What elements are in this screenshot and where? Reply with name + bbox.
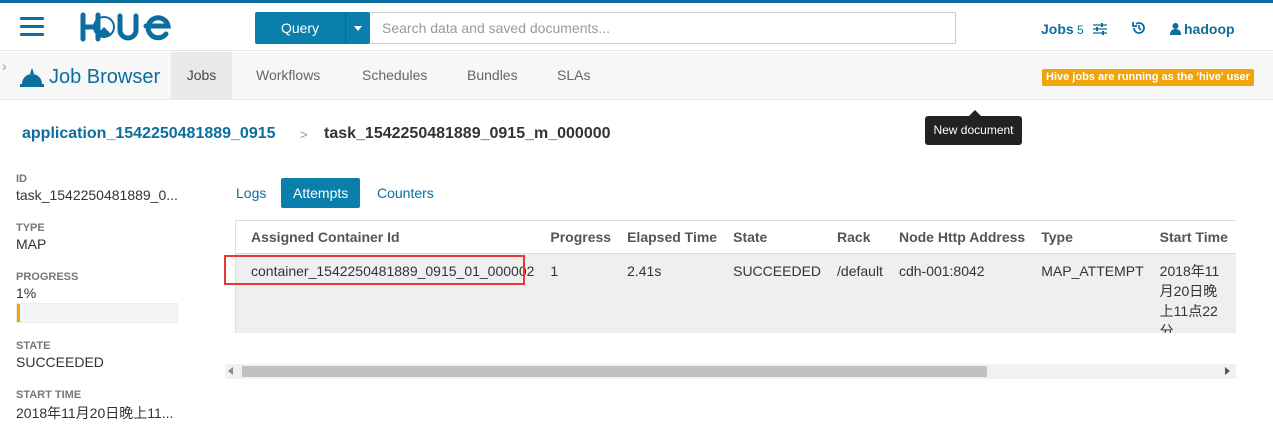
table-header-row: Assigned Container Id Progress Elapsed T… [235,220,1236,254]
search-input[interactable] [370,12,956,44]
jobs-count-badge: 5 [1077,23,1084,37]
breadcrumb-application-link[interactable]: application_1542250481889_0915 [22,125,276,143]
cell-elapsed-time: 2.41s [611,253,718,333]
progress-label: PROGRESS [16,271,79,283]
job-browser-icon [20,68,44,87]
cell-rack: /default [821,253,883,333]
progress-bar-fill [17,304,21,322]
breadcrumb-separator: > [300,127,308,142]
column-header-state[interactable]: State [717,220,822,254]
column-header-progress[interactable]: Progress [534,220,612,254]
column-header-id[interactable]: Id [1227,220,1236,254]
cell-state: SUCCEEDED [717,253,822,333]
type-label: TYPE [16,222,45,234]
start-time-label: START TIME [16,389,82,401]
column-header-start-time[interactable]: Start Time [1143,220,1228,254]
sliders-icon[interactable] [1093,23,1107,35]
column-header-elapsed-time[interactable]: Elapsed Time [611,220,718,254]
start-time-value: 2018年11月20日晚上11... [16,405,174,421]
cell-node-http-address: cdh-001:8042 [882,253,1026,333]
scroll-right-arrow-icon[interactable] [1225,367,1230,375]
app-title: Job Browser [49,66,161,88]
user-icon [1170,23,1181,35]
breadcrumb-task: task_1542250481889_0915_m_000000 [324,125,611,142]
cell-type: MAP_ATTEMPT [1025,253,1144,333]
hamburger-menu-icon[interactable] [20,17,44,37]
tab-slas[interactable]: SLAs [557,52,590,99]
new-document-tooltip: New document [925,110,1022,145]
chevron-right-icon[interactable]: › [2,58,7,74]
cell-id: attempt_1 [1227,253,1236,333]
history-icon[interactable] [1131,20,1147,36]
subtab-attempts[interactable]: Attempts [281,178,361,208]
horizontal-scrollbar[interactable] [225,364,1236,379]
id-value: task_1542250481889_0... [16,187,178,203]
container-id-highlight-annotation [224,255,525,285]
user-menu[interactable]: hadoop [1170,21,1235,37]
id-label: ID [16,173,27,185]
type-value: MAP [16,236,47,252]
column-header-rack[interactable]: Rack [821,220,883,254]
hive-user-warning-badge: Hive jobs are running as the 'hive' user [1042,69,1254,86]
query-dropdown-caret-icon[interactable] [345,12,370,44]
tab-bundles[interactable]: Bundles [467,52,518,99]
cell-start-time: 2018年11月20日晚上11点22分 [1143,253,1228,333]
tab-schedules[interactable]: Schedules [362,52,427,99]
progress-value: 1% [16,285,37,301]
user-name: hadoop [1184,21,1235,37]
column-header-type[interactable]: Type [1025,220,1144,254]
progress-bar [16,303,178,323]
subtab-logs[interactable]: Logs [236,178,266,208]
state-value: SUCCEEDED [16,354,104,370]
hue-logo[interactable] [80,12,180,42]
column-header-container-id[interactable]: Assigned Container Id [235,220,535,254]
column-header-node-http-address[interactable]: Node Http Address [882,220,1026,254]
top-navbar: Query Jobs 5 hadoop [0,3,1273,51]
jobs-link[interactable]: Jobs [1041,21,1074,37]
scroll-left-arrow-icon[interactable] [228,367,233,375]
scrollbar-thumb[interactable] [242,366,987,377]
cell-progress: 1 [534,253,612,333]
query-button[interactable]: Query [255,12,345,44]
subtab-counters[interactable]: Counters [377,178,434,208]
tab-jobs[interactable]: Jobs [171,52,232,99]
tab-workflows[interactable]: Workflows [256,52,320,99]
state-label: STATE [16,340,51,352]
